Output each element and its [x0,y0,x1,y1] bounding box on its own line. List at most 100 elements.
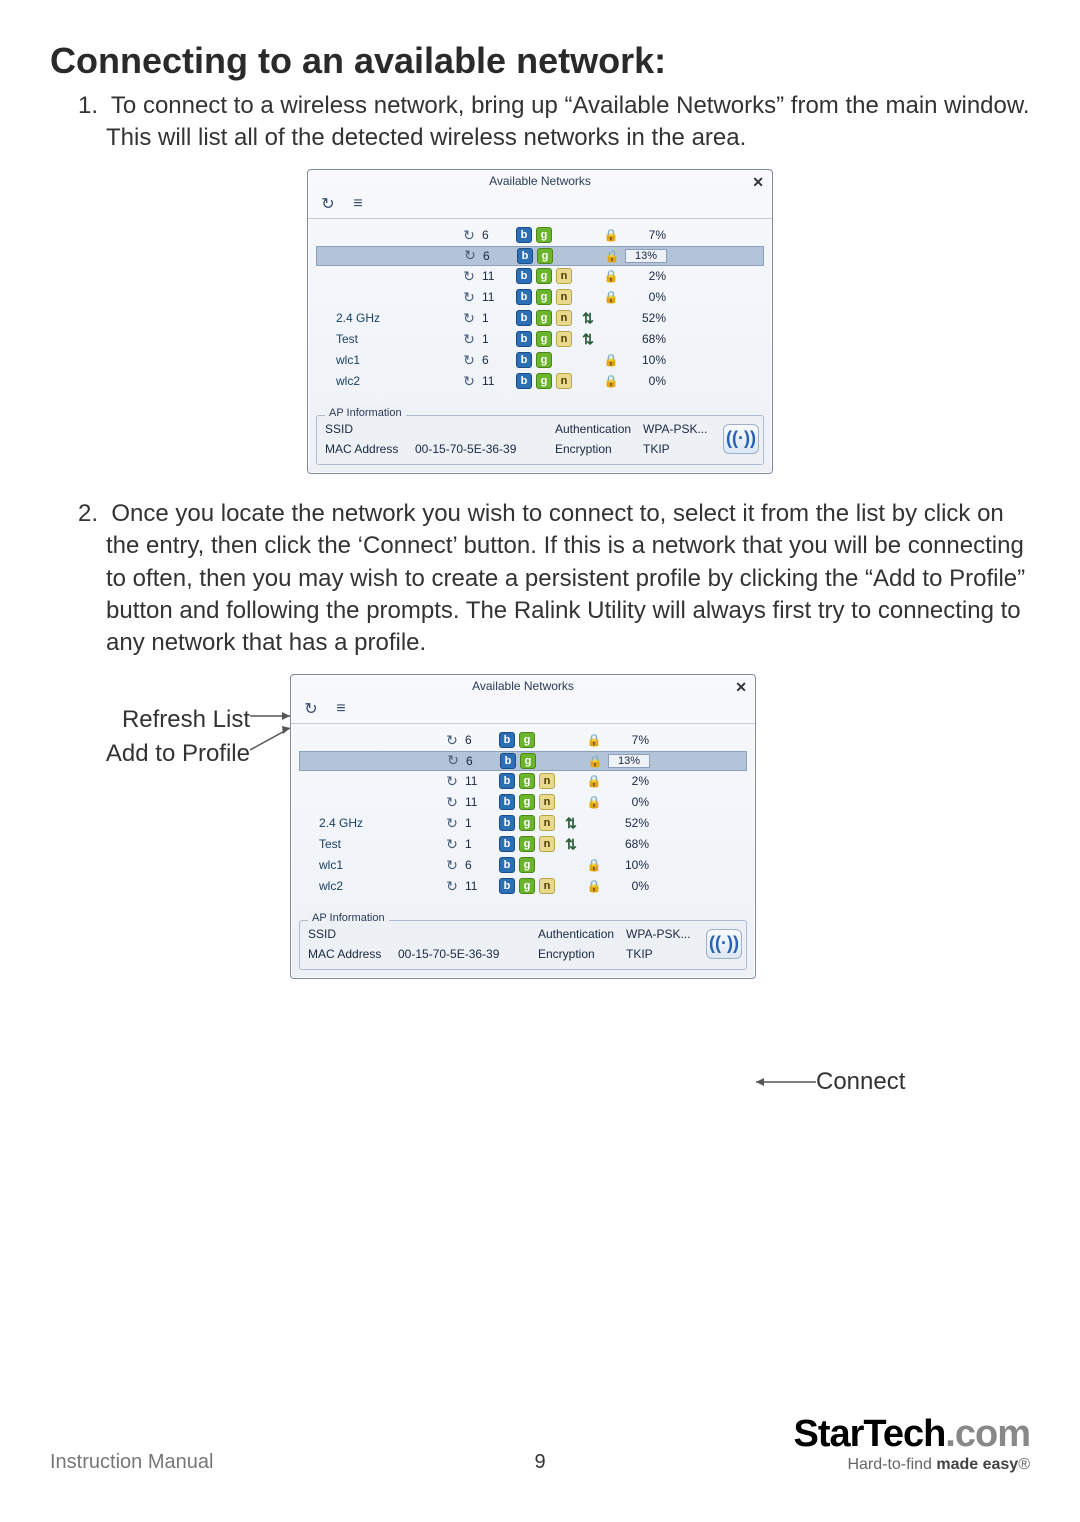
mode-b-icon: b [516,310,536,326]
mode-b-icon: b [516,373,536,389]
connected-icon: ⇅ [559,836,583,853]
secure-icon: 🔒 [600,290,622,304]
footer-brand: StarTech.com Hard-to-find made easy® [794,1413,1031,1474]
close-icon[interactable]: ✕ [752,174,764,191]
refresh-icon[interactable]: ↻ [301,699,321,719]
mode-g-icon: g [536,227,556,243]
network-row[interactable]: ↻11bg🔒2% [316,266,764,287]
ap-information-panel: AP InformationSSIDAuthenticationWPA-PSK.… [299,920,747,970]
rescan-icon: ↻ [458,310,480,327]
enc-label: Encryption [555,442,643,456]
mode-n-icon [556,289,576,305]
refresh-icon[interactable]: ↻ [318,194,338,214]
auth-label: Authentication [555,422,643,436]
network-row[interactable]: ↻11bg🔒0% [299,792,747,813]
rescan-icon: ↻ [459,247,481,264]
network-row[interactable]: 2.4 GHz↻1bg⇅52% [299,813,747,834]
available-networks-window: Available Networks✕↻≡↻6bg🔒7%↻6bg🔒13%↻11b… [307,169,773,474]
rescan-icon: ↻ [441,815,463,832]
mode-g-icon: g [536,352,556,368]
network-row[interactable]: wlc1↻6bg🔒10% [299,855,747,876]
ssid-cell: 2.4 GHz [318,311,458,325]
connect-button[interactable]: ((·)) [706,929,742,959]
mode-n-icon [539,815,559,831]
channel-cell: 11 [480,269,516,283]
mode-n-icon [539,836,559,852]
connect-button[interactable]: ((·)) [723,424,759,454]
mode-b-icon: b [499,815,519,831]
mode-n-icon [556,310,576,326]
secure-icon: 🔒 [583,879,605,893]
mode-g-icon: g [519,794,539,810]
close-icon[interactable]: ✕ [735,679,747,696]
channel-cell: 6 [480,228,516,242]
network-row[interactable]: wlc1↻6bg🔒10% [316,350,764,371]
secure-icon: 🔒 [583,774,605,788]
connected-icon: ⇅ [576,331,600,348]
mode-b-icon: b [499,794,519,810]
network-row[interactable]: wlc2↻11bg🔒0% [316,371,764,392]
secure-icon: 🔒 [583,795,605,809]
mode-b-icon: b [500,753,520,769]
mode-n-icon [539,773,559,789]
ssid-cell: wlc2 [318,374,458,388]
mode-n-icon [539,794,559,810]
auth-value: WPA-PSK... [643,422,723,436]
rescan-icon: ↻ [458,373,480,390]
network-list: ↻6bg🔒7%↻6bg🔒13%↻11bg🔒2%↻11bg🔒0%2.4 GHz↻1… [308,219,772,409]
rescan-icon: ↻ [442,752,464,769]
signal-cell: 2% [605,774,651,788]
signal-cell: 0% [605,795,651,809]
callout-add-to-profile: Add to Profile [50,740,250,768]
mode-b-icon: b [499,836,519,852]
mode-g-icon: g [519,732,539,748]
network-row[interactable]: wlc2↻11bg🔒0% [299,876,747,897]
add-to-profile-icon[interactable]: ≡ [331,699,351,719]
available-networks-window-2: Available Networks✕↻≡↻6bg🔒7%↻6bg🔒13%↻11b… [290,674,756,979]
channel-cell: 11 [480,374,516,388]
signal-cell: 0% [622,374,668,388]
mode-b-icon: b [499,732,519,748]
mode-g-icon: g [536,331,556,347]
network-row[interactable]: ↻6bg🔒7% [299,730,747,751]
mode-b-icon: b [499,857,519,873]
mode-b-icon: b [516,352,536,368]
rescan-icon: ↻ [458,331,480,348]
callout-refresh-list: Refresh List [50,706,250,734]
network-row[interactable]: ↻11bg🔒0% [316,287,764,308]
mode-g-icon: g [536,373,556,389]
network-row[interactable]: ↻6bg🔒7% [316,225,764,246]
step-1-text: To connect to a wireless network, bring … [106,92,1030,151]
step-1-number: 1. [78,92,98,119]
channel-cell: 1 [463,816,499,830]
mode-g-icon: g [536,268,556,284]
mode-b-icon: b [499,773,519,789]
mode-b-icon: b [516,331,536,347]
network-row[interactable]: Test↻1bg⇅68% [316,329,764,350]
ssid-label: SSID [325,422,415,436]
signal-cell: 7% [605,733,651,747]
mode-g-icon: g [536,310,556,326]
rescan-icon: ↻ [458,227,480,244]
network-row[interactable]: Test↻1bg⇅68% [299,834,747,855]
ssid-cell: wlc2 [301,879,441,893]
rescan-icon: ↻ [458,352,480,369]
step-1: 1. To connect to a wireless network, bri… [78,90,1030,155]
add-to-profile-icon[interactable]: ≡ [348,194,368,214]
ssid-cell: wlc1 [301,858,441,872]
network-row[interactable]: ↻11bg🔒2% [299,771,747,792]
mac-label: MAC Address [325,442,415,456]
mode-b-icon: b [516,268,536,284]
mac-label: MAC Address [308,947,398,961]
page-heading: Connecting to an available network: [50,40,1030,82]
enc-label: Encryption [538,947,626,961]
rescan-icon: ↻ [458,268,480,285]
channel-cell: 1 [480,311,516,325]
network-row[interactable]: ↻6bg🔒13% [299,751,747,771]
channel-cell: 11 [463,879,499,893]
channel-cell: 6 [463,733,499,747]
network-row[interactable]: ↻6bg🔒13% [316,246,764,266]
network-row[interactable]: 2.4 GHz↻1bg⇅52% [316,308,764,329]
secure-icon: 🔒 [583,733,605,747]
signal-cell: 10% [622,353,668,367]
